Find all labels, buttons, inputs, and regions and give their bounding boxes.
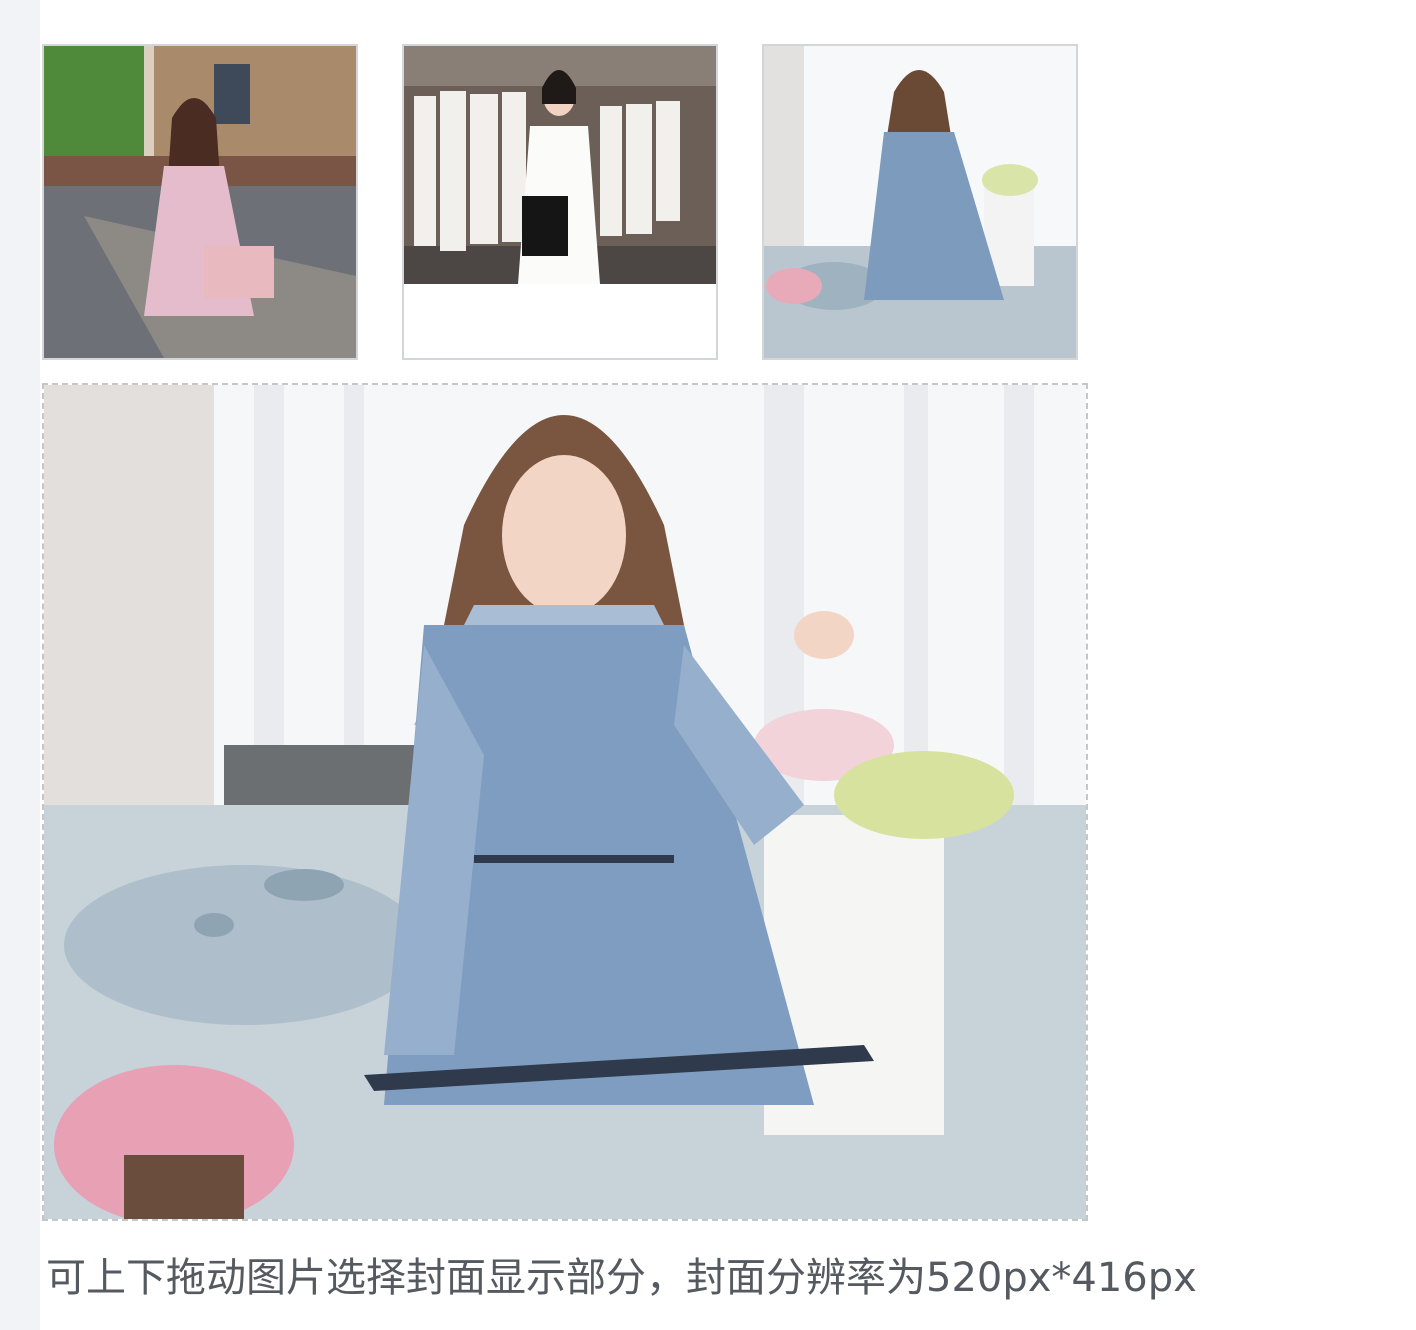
photo-blue-dress-window-icon [764,46,1076,358]
left-panel-strip [0,0,40,1330]
photo-floral-dress-outdoor-icon [44,46,356,358]
cover-crop-area[interactable] [42,383,1088,1221]
photo-blue-dress-cover-icon [44,385,1086,1219]
thumbnail-2[interactable] [402,44,718,360]
thumbnail-3[interactable] [762,44,1078,360]
cover-hint-text: 可上下拖动图片选择封面显示部分，封面分辨率为520px*416px [46,1255,1197,1301]
photo-white-dress-boutique-icon [404,46,716,358]
thumbnail-1[interactable] [42,44,358,360]
